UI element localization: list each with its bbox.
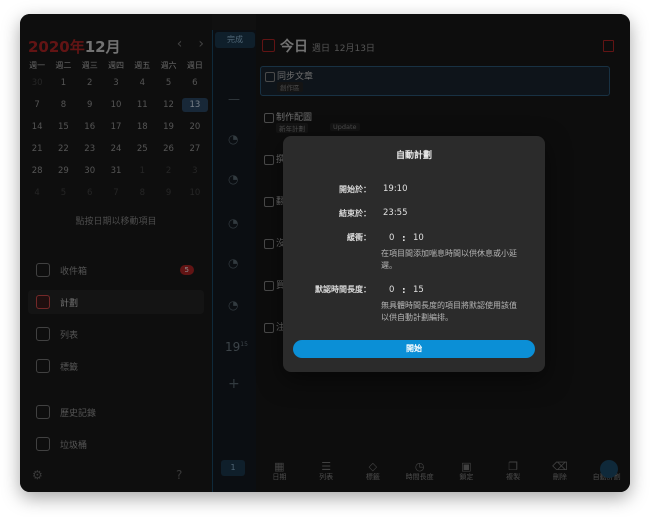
default-separator: :	[402, 286, 406, 296]
end-time-field[interactable]: 23:55	[383, 208, 408, 218]
buffer-note: 在項目間添加喘息時間以供休息或小延遲。	[381, 249, 517, 270]
default-duration-label: 默認時間長度：	[315, 285, 371, 294]
end-label: 結束於：	[339, 209, 371, 218]
start-button[interactable]: 開始	[293, 340, 535, 358]
default-minutes-field[interactable]: 15	[413, 285, 424, 295]
auto-plan-dialog: 自動計劃 開始於： 19:10 結束於： 23:55 緩衝： 0 : 10 在項…	[283, 136, 545, 372]
default-hours-field[interactable]: 0	[389, 285, 394, 295]
start-label: 開始於：	[339, 185, 371, 194]
buffer-hours-field[interactable]: 0	[389, 233, 394, 243]
buffer-separator: :	[402, 234, 406, 244]
default-duration-note: 無具體時間長度的項目將默認使用該值以供自動計劃編排。	[381, 301, 517, 322]
dialog-title: 自動計劃	[395, 151, 432, 161]
app-window: 2020年12月 ‹ › 週一 週二 週三 週四 週五 週六 週日 30 1 2 3 4…	[20, 14, 630, 492]
buffer-label: 緩衝：	[347, 233, 371, 242]
buffer-minutes-field[interactable]: 10	[413, 233, 424, 243]
start-time-field[interactable]: 19:10	[383, 184, 408, 194]
